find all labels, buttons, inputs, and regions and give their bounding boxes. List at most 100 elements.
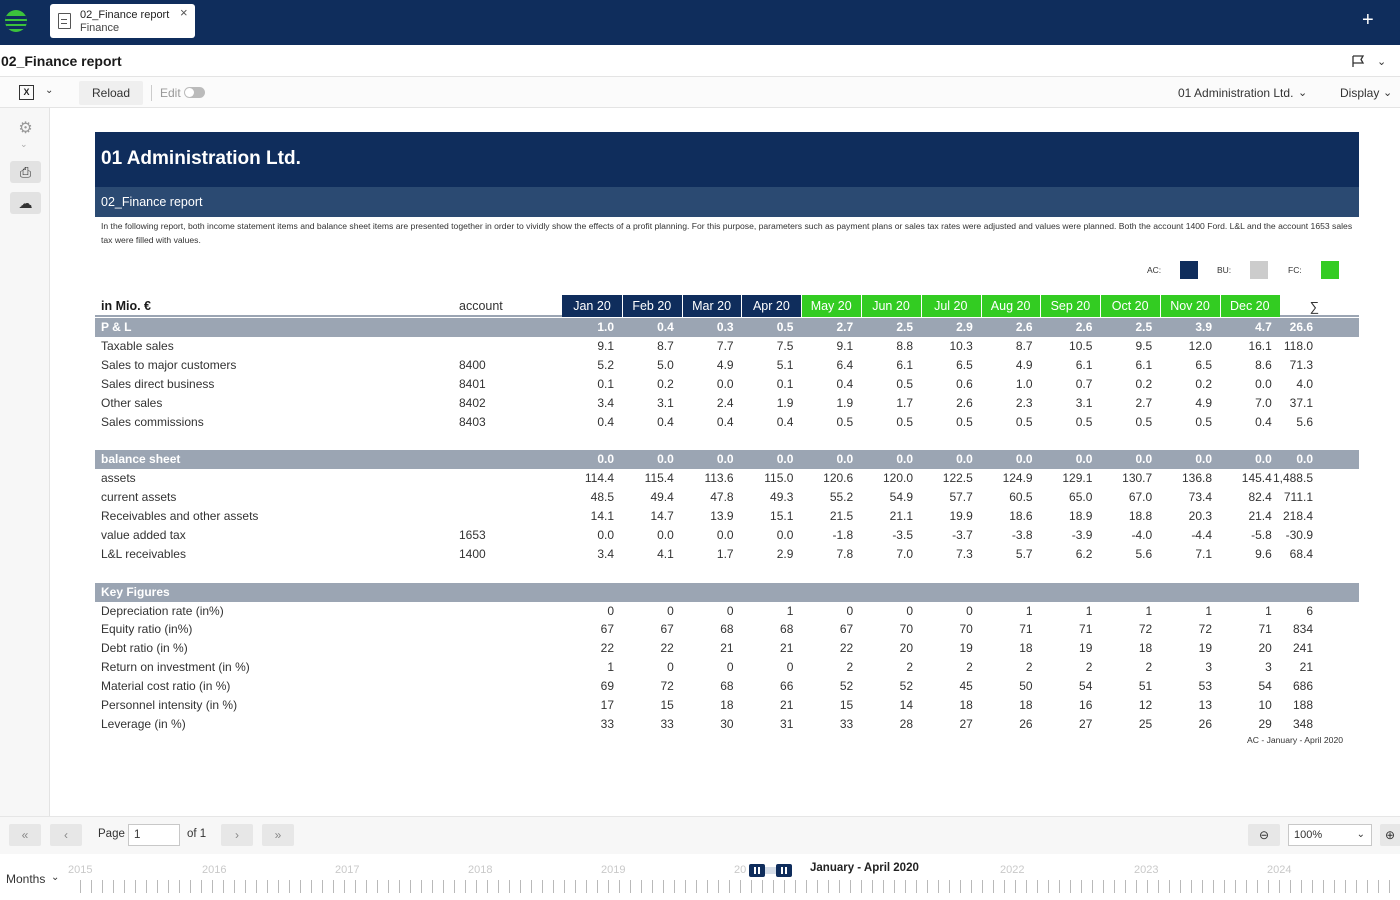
value-cell: 18 xyxy=(1138,641,1153,656)
company-select[interactable]: 01 Administration Ltd. xyxy=(1178,86,1293,100)
timeline-year: 2017 xyxy=(335,864,360,876)
reload-button[interactable]: Reload xyxy=(79,81,143,105)
page-count: of 1 xyxy=(187,828,207,840)
value-cell: 2 xyxy=(966,660,973,675)
legend-swatch xyxy=(1321,261,1339,279)
row-label: Taxable sales xyxy=(101,338,174,353)
table-row: Equity ratio (in%) 67 67 68 68 67 70 70 71 71 72 72… xyxy=(95,620,1359,639)
value-cell: 0.4 xyxy=(657,414,674,429)
first-page-icon[interactable]: « xyxy=(9,824,41,846)
sum-cell: 188 xyxy=(1292,698,1313,712)
prev-page-icon[interactable]: ‹ xyxy=(50,824,82,846)
display-menu[interactable]: Display xyxy=(1340,86,1379,100)
next-page-icon[interactable]: › xyxy=(221,824,253,846)
timeline-start-handle[interactable] xyxy=(749,864,765,877)
settings-gear-icon[interactable]: ⚙ xyxy=(10,118,41,140)
value-cell: 3 xyxy=(1205,660,1212,675)
value-cell: 73.4 xyxy=(1188,490,1212,505)
value-cell: 70 xyxy=(899,622,913,637)
granularity-select[interactable]: Months xyxy=(6,872,45,886)
app-logo[interactable] xyxy=(5,10,27,32)
timeline-end-handle[interactable] xyxy=(776,864,792,877)
value-cell: 71 xyxy=(1079,622,1093,637)
granularity-chevron-icon[interactable]: ⌄ xyxy=(51,872,59,883)
zoom-in-icon[interactable]: ⊕ xyxy=(1380,824,1400,846)
value-cell: 20.3 xyxy=(1188,509,1212,523)
close-tab-icon[interactable]: × xyxy=(180,5,188,20)
value-cell: 0 xyxy=(726,603,734,618)
cloud-upload-icon[interactable]: ☁ xyxy=(10,192,41,214)
sum-cell: 26.6 xyxy=(1289,320,1313,334)
value-cell: 136.8 xyxy=(1181,471,1212,486)
value-cell: 2 xyxy=(1145,660,1153,675)
value-cell: 54.9 xyxy=(889,490,913,505)
value-cell: 12.0 xyxy=(1188,338,1212,353)
value-cell: -3.7 xyxy=(952,527,973,542)
report-tab[interactable]: 02_Finance report Finance × xyxy=(50,4,195,38)
zoom-out-icon[interactable]: ⊖ xyxy=(1248,824,1280,846)
settings-chevron-icon[interactable]: ⌄ xyxy=(20,139,28,150)
chevron-down-icon[interactable]: ⌄ xyxy=(1377,55,1386,68)
zoom-select[interactable]: 100% ⌄ xyxy=(1288,824,1372,846)
timeline-ticks[interactable] xyxy=(80,880,1400,893)
value-cell: 130.7 xyxy=(1122,471,1153,486)
value-cell: 21.5 xyxy=(829,509,854,523)
value-cell: 15 xyxy=(660,698,674,712)
excel-export-icon[interactable]: X xyxy=(19,85,34,100)
company-chevron-icon[interactable]: ⌄ xyxy=(1298,86,1307,99)
value-cell: 48.5 xyxy=(590,490,614,505)
value-cell: 18 xyxy=(720,698,734,712)
value-cell: 0 xyxy=(667,603,674,618)
value-cell: 115.4 xyxy=(644,471,674,486)
flag-icon[interactable] xyxy=(1351,55,1365,68)
value-cell: 2 xyxy=(846,660,854,675)
sum-cell: 37.1 xyxy=(1289,395,1313,410)
export-chevron-icon[interactable]: ⌄ xyxy=(45,85,53,96)
account-column-header: account xyxy=(459,299,503,313)
value-cell: 6.5 xyxy=(956,357,973,372)
table-row: Debt ratio (in %) 22 22 21 21 22 20 19 18 19 18 19 2… xyxy=(95,639,1359,658)
value-cell: 0 xyxy=(846,603,854,618)
value-cell: 7.3 xyxy=(956,546,973,561)
value-cell: 20 xyxy=(899,641,913,656)
value-cell: 19 xyxy=(959,641,973,656)
value-cell: 0.5 xyxy=(836,414,854,429)
value-cell: 33 xyxy=(839,716,854,731)
value-cell: 1 xyxy=(1205,603,1212,618)
value-cell: 2.6 xyxy=(1015,320,1033,334)
report-header: 01 Administration Ltd. xyxy=(95,132,1359,187)
left-sidebar: ⚙ ⌄ ⎙ ☁ xyxy=(0,108,50,816)
sum-cell: 5.6 xyxy=(1296,414,1313,429)
value-cell: 19 xyxy=(1079,641,1093,656)
value-cell: 2.9 xyxy=(956,320,973,334)
timeline-range-label: January - April 2020 xyxy=(810,862,919,874)
table-row: Depreciation rate (in%) 0 0 0 1 0 0 0 1 1 1 1 1 6 xyxy=(95,602,1359,621)
page-input[interactable]: 1 xyxy=(128,824,180,846)
value-cell: 45 xyxy=(959,679,973,694)
value-cell: 0.1 xyxy=(597,376,614,391)
timeline-year: 2018 xyxy=(468,864,493,876)
new-tab-button[interactable]: + xyxy=(1362,9,1374,32)
value-cell: 8.7 xyxy=(657,338,674,353)
value-cell xyxy=(973,583,1033,602)
edit-label: Edit xyxy=(160,86,181,100)
print-icon[interactable]: ⎙ xyxy=(10,161,41,183)
month-separator xyxy=(1040,295,1042,317)
value-cell: 2 xyxy=(1085,660,1093,675)
value-cell: 0.5 xyxy=(896,376,913,391)
value-cell: 3.1 xyxy=(657,395,674,410)
last-page-icon[interactable]: » xyxy=(262,824,294,846)
value-cell: 120.0 xyxy=(882,471,913,486)
value-cell: 26 xyxy=(1019,716,1033,731)
sum-cell: 218.4 xyxy=(1282,509,1313,523)
display-chevron-icon[interactable]: ⌄ xyxy=(1383,86,1392,99)
value-cell: 10.3 xyxy=(949,338,973,353)
value-cell: 114.4 xyxy=(584,471,614,486)
edit-toggle[interactable] xyxy=(184,87,205,98)
row-label: Other sales xyxy=(101,395,163,410)
value-cell: 0.0 xyxy=(716,452,734,467)
table-row: Sales commissions 8403 0.4 0.4 0.4 0.4 0.5 0.5 0… xyxy=(95,413,1359,432)
value-cell: 0.0 xyxy=(1135,452,1153,467)
value-cell: 70 xyxy=(959,622,973,637)
top-bar: 02_Finance report Finance × + xyxy=(0,0,1400,45)
